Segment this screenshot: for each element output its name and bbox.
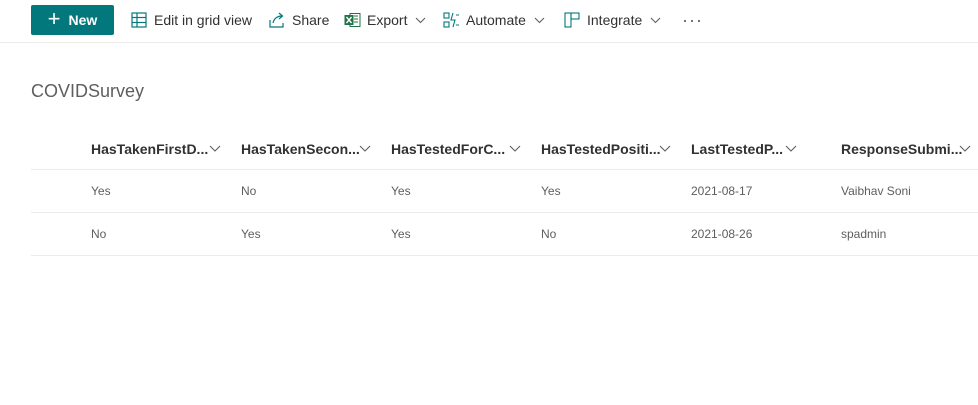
excel-icon [343, 11, 361, 29]
edit-in-grid-view-label: Edit in grid view [154, 12, 253, 28]
column-header[interactable]: HasTestedForC... [391, 128, 541, 169]
share-button[interactable]: Share [268, 0, 329, 40]
column-header[interactable]: HasTakenFirstD... [91, 128, 241, 169]
chevron-down-icon [659, 145, 671, 152]
share-label: Share [292, 12, 330, 28]
chevron-down-icon [534, 17, 545, 24]
share-icon [268, 11, 286, 29]
list-cell: 2021-08-26 [691, 227, 753, 241]
more-options-button[interactable]: ··· [682, 10, 703, 31]
column-header[interactable]: LastTestedP... [691, 128, 841, 169]
column-header-row: HasTakenFirstD... HasTakenSecon... HasTe… [31, 128, 978, 170]
list-cell: No [241, 184, 257, 198]
column-header[interactable]: ResponseSubmi... [841, 128, 978, 169]
automate-button[interactable]: Automate [442, 0, 545, 40]
list-cell[interactable]: spadmin [841, 213, 886, 255]
chevron-down-icon [509, 145, 521, 152]
column-header-label: HasTakenSecon... [241, 140, 360, 157]
list-cell: Yes [541, 184, 561, 198]
list-cell: Yes [391, 227, 411, 241]
list-row[interactable]: No Yes Yes No 2021-08-26 spadmin [31, 213, 978, 256]
column-header-label: ResponseSubmi... [841, 140, 963, 157]
plus-icon: + [47, 6, 61, 31]
list-cell: Yes [391, 184, 411, 198]
column-header-label: HasTakenFirstD... [91, 140, 209, 157]
list-cell: No [541, 227, 557, 241]
chevron-down-icon [785, 145, 797, 152]
edit-in-grid-view-button[interactable]: Edit in grid view [130, 0, 252, 40]
integrate-button[interactable]: Integrate [563, 0, 661, 40]
column-header[interactable]: HasTestedPositi... [541, 128, 691, 169]
list-cell: No [91, 227, 107, 241]
integrate-icon [563, 11, 581, 29]
list-cell: Yes [241, 227, 261, 241]
list-cell: 2021-08-17 [691, 184, 753, 198]
list-title: COVIDSurvey [31, 81, 145, 101]
list-row[interactable]: Yes No Yes Yes 2021-08-17 Vaibhav Soni [31, 170, 978, 213]
chevron-down-icon [359, 145, 371, 152]
column-header-label: HasTestedPositi... [541, 140, 661, 157]
list-cell: Yes [91, 184, 111, 198]
chevron-down-icon [959, 145, 971, 152]
column-header-label: HasTestedForC... [391, 140, 506, 157]
automate-label: Automate [466, 12, 526, 28]
export-label: Export [367, 12, 408, 28]
automate-icon [442, 11, 460, 29]
chevron-down-icon [209, 145, 221, 152]
new-button-label: New [68, 12, 98, 28]
chevron-down-icon [650, 17, 661, 24]
integrate-label: Integrate [587, 12, 643, 28]
grid-icon [130, 11, 148, 29]
column-header-label: LastTestedP... [691, 140, 784, 157]
new-button[interactable]: + New [31, 5, 114, 35]
list-cell[interactable]: Vaibhav Soni [841, 170, 911, 212]
column-header[interactable]: HasTakenSecon... [241, 128, 391, 169]
chevron-down-icon [415, 17, 426, 24]
export-button[interactable]: Export [343, 0, 426, 40]
command-bar: + New Edit in grid view Share Export Aut… [0, 0, 978, 43]
